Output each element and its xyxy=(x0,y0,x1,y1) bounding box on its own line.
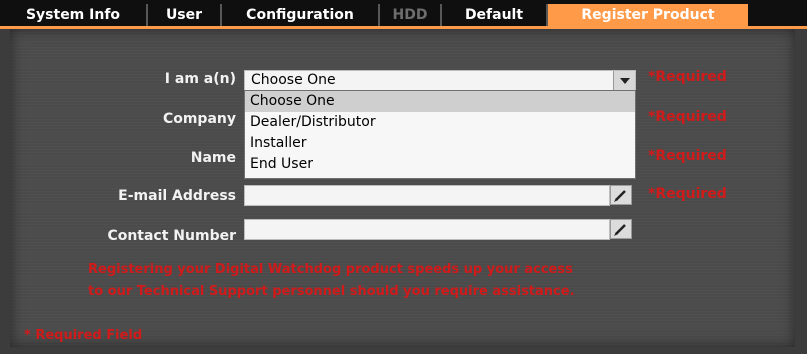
name-required: *Required xyxy=(648,148,727,164)
registration-note-line-2: to our Technical Support personnel shoul… xyxy=(88,284,575,299)
tab-hdd: HDD xyxy=(380,4,442,26)
tab-user[interactable]: User xyxy=(148,4,222,26)
tab-configuration[interactable]: Configuration xyxy=(222,4,380,26)
role-label: I am a(n) xyxy=(164,71,236,87)
dropdown-option-dealer-distributor[interactable]: Dealer/Distributor xyxy=(245,112,635,133)
company-required: *Required xyxy=(648,109,727,125)
tab-system-info[interactable]: System Info xyxy=(0,4,148,26)
name-label: Name xyxy=(190,150,236,166)
contact-label: Contact Number xyxy=(107,228,236,244)
contact-number-field[interactable] xyxy=(244,219,610,240)
registration-note-line-1: Registering your Digital Watchdog produc… xyxy=(88,262,573,277)
email-field[interactable] xyxy=(244,185,610,206)
required-field-legend: * Required Field xyxy=(24,328,143,343)
dropdown-option-end-user[interactable]: End User xyxy=(245,154,635,175)
chevron-down-icon xyxy=(620,78,630,84)
email-edit-button[interactable] xyxy=(610,185,632,205)
pencil-icon xyxy=(614,224,626,236)
dropdown-arrow-button[interactable] xyxy=(613,71,635,90)
pencil-icon xyxy=(614,190,626,202)
role-dropdown-menu: Choose One Dealer/Distributor Installer … xyxy=(244,90,636,179)
tab-register-product[interactable]: Register Product xyxy=(548,4,748,26)
company-label: Company xyxy=(162,111,236,127)
role-select[interactable]: Choose One xyxy=(244,70,636,91)
dropdown-option-installer[interactable]: Installer xyxy=(245,133,635,154)
email-required: *Required xyxy=(648,186,727,202)
role-select-value: Choose One xyxy=(251,72,336,88)
tab-default[interactable]: Default xyxy=(442,4,548,26)
tab-bar: System Info User Configuration HDD Defau… xyxy=(0,0,807,27)
dropdown-option-choose-one[interactable]: Choose One xyxy=(245,91,635,112)
role-required: *Required xyxy=(648,69,727,85)
contact-edit-button[interactable] xyxy=(610,219,632,239)
email-label: E-mail Address xyxy=(118,188,236,204)
